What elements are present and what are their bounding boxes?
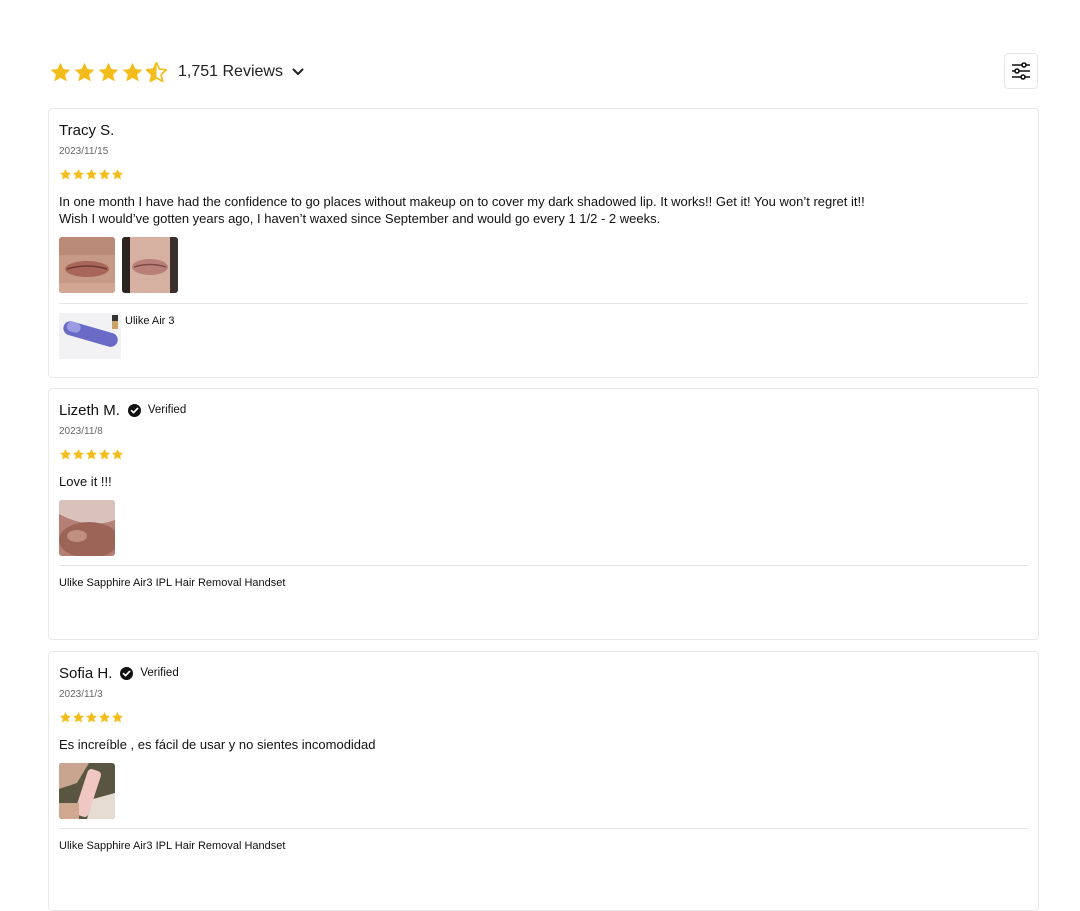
star-icon bbox=[72, 711, 85, 724]
review-photo[interactable] bbox=[59, 763, 115, 819]
reviews-widget: 1,751 Reviews Tracy S. 2023/11/15 In one… bbox=[0, 0, 1080, 911]
review-card: Sofia H. Verified 2023/11/3 Es increíble… bbox=[48, 651, 1039, 911]
review-text: In one month I have had the confidence t… bbox=[59, 194, 865, 226]
star-icon bbox=[98, 448, 111, 461]
review-date: 2023/11/3 bbox=[59, 689, 103, 700]
review-date: 2023/11/8 bbox=[59, 426, 103, 437]
half-star-icon bbox=[145, 61, 168, 84]
review-photo[interactable] bbox=[59, 237, 115, 293]
product-name[interactable]: Ulike Sapphire Air3 IPL Hair Removal Han… bbox=[59, 840, 285, 852]
star-icon bbox=[59, 711, 72, 724]
product-name[interactable]: Ulike Sapphire Air3 IPL Hair Removal Han… bbox=[59, 577, 285, 589]
star-icon bbox=[72, 168, 85, 181]
product-icon bbox=[112, 315, 118, 329]
review-author: Sofia H. bbox=[59, 664, 113, 682]
star-icon bbox=[98, 711, 111, 724]
filter-button[interactable] bbox=[1004, 53, 1038, 89]
star-icon bbox=[121, 61, 144, 84]
review-text: Love it !!! bbox=[59, 474, 112, 489]
divider bbox=[59, 303, 1028, 304]
star-icon bbox=[97, 61, 120, 84]
review-date: 2023/11/15 bbox=[59, 146, 109, 157]
check-circle-icon bbox=[120, 666, 134, 680]
star-icon bbox=[85, 448, 98, 461]
star-icon bbox=[72, 448, 85, 461]
star-icon bbox=[111, 448, 124, 461]
star-icon bbox=[111, 711, 124, 724]
review-photo[interactable] bbox=[122, 237, 178, 293]
chevron-down-icon[interactable] bbox=[291, 65, 305, 79]
check-circle-icon bbox=[127, 403, 141, 417]
average-rating-stars bbox=[49, 61, 168, 84]
star-icon bbox=[49, 61, 72, 84]
star-icon bbox=[59, 448, 72, 461]
review-stars bbox=[59, 711, 124, 724]
product-name[interactable]: Ulike Air 3 bbox=[125, 315, 175, 327]
review-author: Lizeth M. bbox=[59, 401, 120, 419]
verified-label: Verified bbox=[140, 667, 179, 679]
review-author: Tracy S. bbox=[59, 121, 115, 139]
review-text: Es increíble , es fácil de usar y no sie… bbox=[59, 737, 376, 752]
star-icon bbox=[85, 168, 98, 181]
star-icon bbox=[73, 61, 96, 84]
review-stars bbox=[59, 448, 124, 461]
rating-summary[interactable]: 1,751 Reviews bbox=[49, 58, 305, 86]
star-icon bbox=[59, 168, 72, 181]
review-card: Tracy S. 2023/11/15 In one month I have … bbox=[48, 108, 1039, 378]
review-photo[interactable] bbox=[59, 500, 115, 556]
verified-label: Verified bbox=[147, 404, 187, 416]
review-count[interactable]: 1,751 Reviews bbox=[178, 63, 283, 81]
star-icon bbox=[98, 168, 111, 181]
review-stars bbox=[59, 168, 124, 181]
sliders-icon bbox=[1012, 62, 1030, 80]
divider bbox=[59, 828, 1028, 829]
review-card: Lizeth M. Verified 2023/11/8 Love it !!! bbox=[48, 388, 1039, 640]
star-icon bbox=[111, 168, 124, 181]
star-icon bbox=[85, 711, 98, 724]
divider bbox=[59, 565, 1028, 566]
